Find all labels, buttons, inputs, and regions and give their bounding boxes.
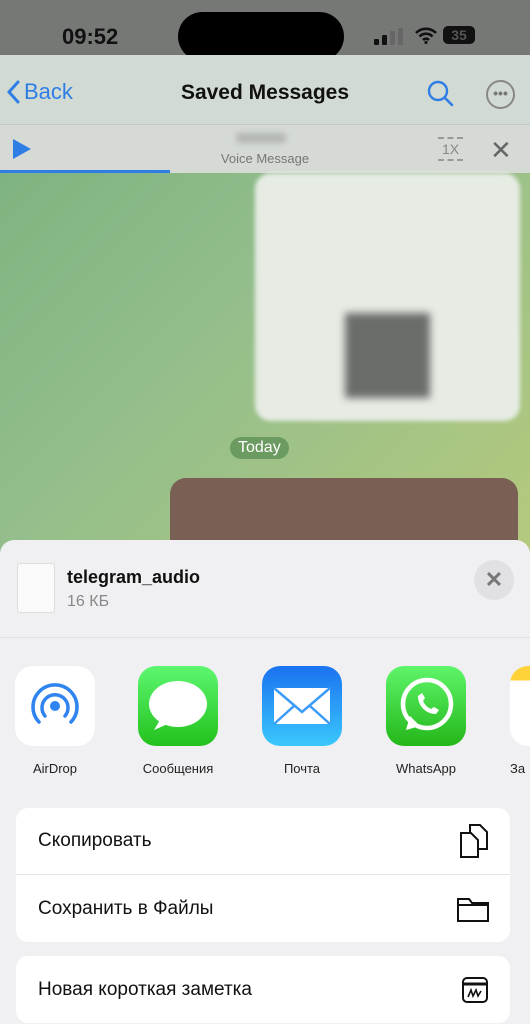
action-label: Сохранить в Файлы xyxy=(38,897,214,919)
action-label: Новая короткая заметка xyxy=(38,978,252,1000)
action-label: Скопировать xyxy=(38,830,152,851)
close-share-button[interactable]: ✕ xyxy=(474,560,514,600)
blurred-qr-image xyxy=(345,313,430,398)
more-icon[interactable]: ••• xyxy=(486,80,515,109)
share-app-mail[interactable]: Почта xyxy=(247,666,357,776)
share-sheet: telegram_audio 16 КБ ✕ AirDrop Сообщения… xyxy=(0,540,530,1024)
divider xyxy=(0,637,530,638)
app-label: Сообщения xyxy=(142,761,214,776)
action-group: Скопировать Сохранить в Файлы xyxy=(16,808,510,942)
app-label: За xyxy=(510,761,526,776)
airdrop-icon xyxy=(15,666,95,746)
share-apps-row: AirDrop Сообщения Почта WhatsApp За xyxy=(0,666,530,776)
messages-icon xyxy=(138,666,218,746)
app-label: AirDrop xyxy=(32,761,78,776)
share-app-airdrop[interactable]: AirDrop xyxy=(0,666,110,776)
sender-name-blurred xyxy=(236,133,286,143)
signal-icon xyxy=(374,28,403,45)
app-label: Почта xyxy=(283,761,321,776)
nav-bar: Back Saved Messages ••• xyxy=(0,55,530,125)
share-app-notes[interactable]: За xyxy=(510,666,530,776)
voice-player-bar: Voice Message 1X ✕ xyxy=(0,125,530,173)
playback-speed-button[interactable]: 1X xyxy=(438,137,464,161)
file-name: telegram_audio xyxy=(67,567,201,587)
date-pill: Today xyxy=(230,437,289,459)
file-size: 16 КБ xyxy=(67,593,110,610)
action-quick-note[interactable]: Новая короткая заметка xyxy=(16,956,510,1023)
action-copy[interactable]: Скопировать xyxy=(16,808,510,875)
chat-area: Today xyxy=(0,173,530,568)
close-player-icon[interactable]: ✕ xyxy=(490,135,512,166)
whatsapp-icon xyxy=(386,666,466,746)
search-icon[interactable] xyxy=(426,79,456,109)
notes-icon xyxy=(510,666,530,746)
action-group-2: Новая короткая заметка xyxy=(16,956,510,1023)
dynamic-island xyxy=(178,12,344,61)
app-label: WhatsApp xyxy=(396,761,456,776)
folder-icon xyxy=(457,897,489,922)
mail-icon xyxy=(262,666,342,746)
battery-icon: 35 xyxy=(443,26,475,44)
action-save-to-files[interactable]: Сохранить в Файлы xyxy=(16,875,510,942)
status-time: 09:52 xyxy=(62,24,119,49)
wifi-icon xyxy=(415,27,437,44)
quick-note-icon xyxy=(462,976,488,1003)
share-app-whatsapp[interactable]: WhatsApp xyxy=(371,666,481,776)
copy-icon xyxy=(460,824,488,858)
status-bar: 09:52 35 xyxy=(0,0,530,61)
file-icon xyxy=(17,563,55,613)
share-app-messages[interactable]: Сообщения xyxy=(123,666,233,776)
